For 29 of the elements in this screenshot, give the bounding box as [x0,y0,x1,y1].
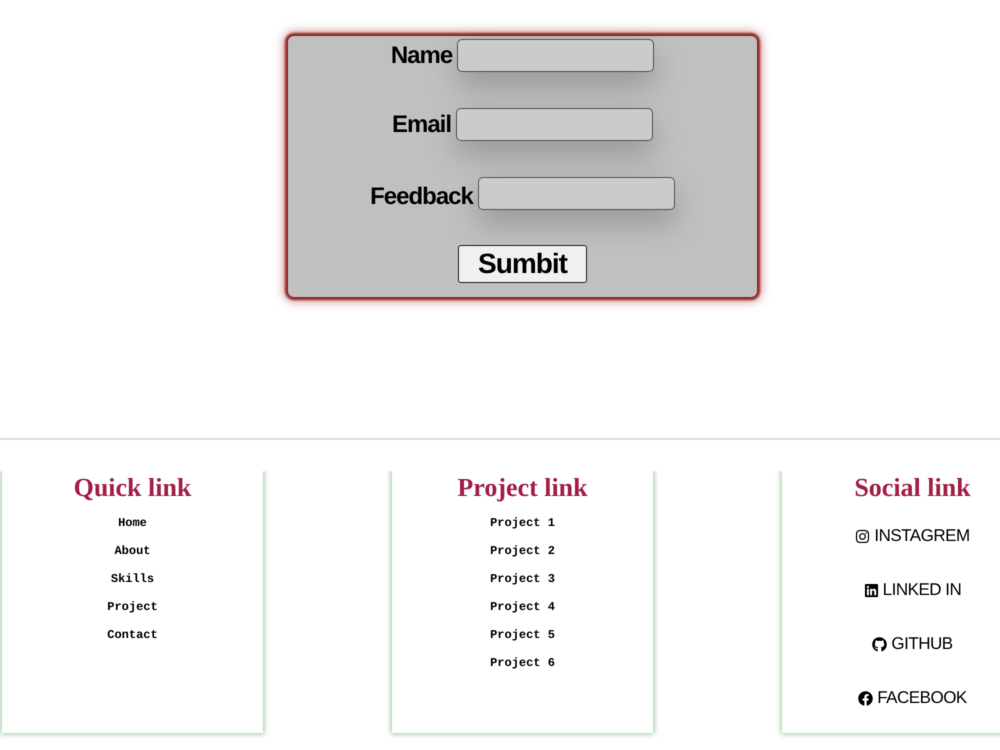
footer-link[interactable]: Project 1 [490,516,555,530]
social-link[interactable]: FACEBOOK [858,688,967,708]
footer-link[interactable]: Project [107,600,158,614]
social-link[interactable]: INSTAGREM [855,526,970,546]
footer-link[interactable]: Contact [107,628,158,642]
footer-link[interactable]: Project 5 [490,628,555,642]
field-label: Feedback [370,185,473,209]
instagram-icon [855,528,870,544]
footer-link[interactable]: Project 6 [490,656,555,670]
section-title: Project link [457,472,588,503]
text-input-field[interactable] [457,39,654,72]
facebook-icon [858,690,874,706]
social-link[interactable]: LINKED IN [864,580,962,600]
field-label: Name [390,44,452,68]
footer-link[interactable]: Home [118,516,147,530]
field-label: Email [392,112,452,136]
textarea-field[interactable] [478,177,675,210]
section-title: Social link [854,472,971,503]
submit-button[interactable]: Sumbit [458,245,587,283]
social-link[interactable]: GITHUB [872,634,953,654]
footer-link[interactable]: Project 4 [490,600,555,614]
footer-link[interactable]: About [114,544,150,558]
footer-link[interactable]: Skills [110,572,154,586]
section-title: Quick link [74,472,192,503]
footer-link[interactable]: Project 2 [490,544,555,558]
text-input-field[interactable] [456,108,654,141]
footer-link[interactable]: Project 3 [490,572,555,586]
linkedin-icon [864,582,879,598]
github-icon [872,636,888,652]
